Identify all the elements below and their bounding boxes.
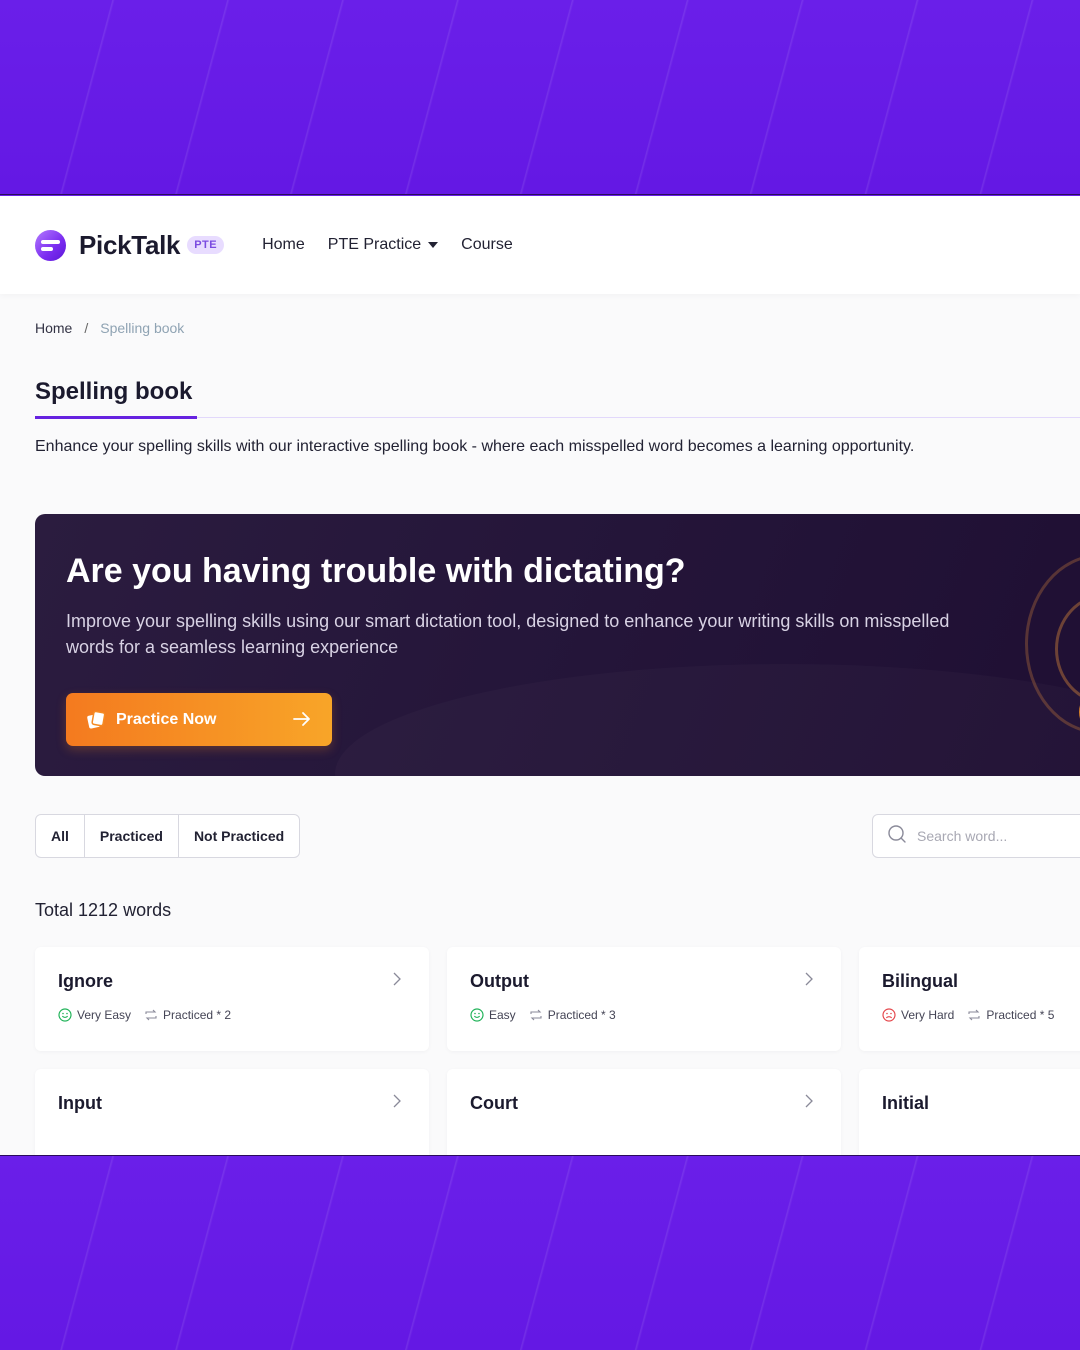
difficulty-tag: Easy xyxy=(470,1008,516,1022)
practice-now-button[interactable]: Practice Now xyxy=(66,693,332,746)
word-title: Bilingual xyxy=(882,971,958,991)
difficulty-label: Very Easy xyxy=(77,1008,132,1022)
nav-pte-practice[interactable]: PTE Practice xyxy=(327,236,439,254)
repeat-icon xyxy=(145,1009,157,1021)
page-title: Spelling book xyxy=(35,378,193,405)
word-card[interactable]: Input xyxy=(35,1069,429,1155)
difficulty-label: Very Hard xyxy=(901,1008,955,1022)
word-title: Output xyxy=(470,971,529,991)
practiced-count: Practiced * 2 xyxy=(163,1008,232,1022)
promo-title: Are you having trouble with dictating? xyxy=(66,552,686,590)
chevron-right-icon xyxy=(804,1093,814,1114)
nav-pte-practice-label: PTE Practice xyxy=(327,236,422,253)
main-content: Home / Spelling book Spelling book Enhan… xyxy=(0,320,1080,1155)
repeat-icon xyxy=(968,1009,980,1021)
difficulty-tag: Very Easy xyxy=(58,1008,131,1022)
word-title: Input xyxy=(58,1093,102,1113)
cards-icon xyxy=(86,710,106,730)
word-card[interactable]: Court xyxy=(447,1069,841,1155)
app-screen: PickTalk PTE Home PTE Practice Course Ho… xyxy=(0,196,1080,1155)
search-icon xyxy=(887,824,907,849)
page-description: Enhance your spelling skills with our in… xyxy=(35,438,915,455)
practiced-count: Practiced * 5 xyxy=(986,1008,1055,1022)
smile-icon xyxy=(58,1008,72,1022)
brand-badge: PTE xyxy=(187,236,225,254)
logo-icon xyxy=(35,229,66,261)
title-underline xyxy=(35,416,197,419)
word-title: Court xyxy=(470,1093,518,1113)
caret-down-icon xyxy=(428,242,439,248)
nav-course[interactable]: Course xyxy=(461,236,513,254)
breadcrumb: Home / Spelling book xyxy=(35,320,1080,336)
chevron-right-icon xyxy=(392,1093,402,1114)
smile-icon xyxy=(470,1008,484,1022)
chevron-right-icon xyxy=(392,971,402,992)
filter-tabs: All Practiced Not Practiced xyxy=(35,814,301,858)
word-title: Ignore xyxy=(58,971,114,991)
top-background-band xyxy=(0,0,1080,195)
brand-name: PickTalk xyxy=(79,229,181,260)
breadcrumb-home[interactable]: Home xyxy=(35,320,72,336)
breadcrumb-separator: / xyxy=(84,320,89,336)
bottom-background-band xyxy=(0,1155,1080,1350)
repeat-icon xyxy=(530,1009,542,1021)
navbar: PickTalk PTE Home PTE Practice Course xyxy=(0,196,1080,294)
practice-now-label: Practice Now xyxy=(116,710,217,728)
practiced-tag: Practiced * 3 xyxy=(529,1008,616,1022)
word-title: Initial xyxy=(882,1093,930,1113)
title-row: Spelling book xyxy=(35,378,1080,419)
word-grid: Ignore Very Easy Practiced * 2 Output Ea… xyxy=(35,947,1080,1155)
arrow-right-icon xyxy=(292,710,312,733)
total-words: Total 1212 words xyxy=(35,900,172,920)
word-meta: Easy Practiced * 3 xyxy=(470,1008,841,1022)
filter-not-practiced[interactable]: Not Practiced xyxy=(179,815,299,857)
word-card[interactable]: Initial xyxy=(859,1069,1080,1155)
nav-home[interactable]: Home xyxy=(262,236,305,254)
difficulty-label: Easy xyxy=(489,1008,516,1022)
practiced-tag: Practiced * 5 xyxy=(967,1008,1054,1022)
word-card[interactable]: Output Easy Practiced * 3 xyxy=(447,947,841,1051)
main-nav: Home PTE Practice Course xyxy=(262,236,513,254)
word-meta: Very Hard Practiced * 5 xyxy=(882,1008,1080,1022)
word-card[interactable]: Bilingual Very Hard Practiced * 5 xyxy=(859,947,1080,1051)
promo-banner: Are you having trouble with dictating? I… xyxy=(35,514,1080,776)
filter-practiced[interactable]: Practiced xyxy=(85,815,179,857)
difficulty-tag: Very Hard xyxy=(882,1008,954,1022)
practiced-tag: Practiced * 2 xyxy=(144,1008,231,1022)
word-meta: Very Easy Practiced * 2 xyxy=(58,1008,429,1022)
word-card[interactable]: Ignore Very Easy Practiced * 2 xyxy=(35,947,429,1051)
breadcrumb-current: Spelling book xyxy=(100,320,185,336)
search-input[interactable] xyxy=(917,828,1067,844)
search-box xyxy=(872,814,1080,858)
filter-row: All Practiced Not Practiced xyxy=(35,814,1080,858)
promo-text: Improve your spelling skills using our s… xyxy=(66,611,950,657)
chevron-right-icon xyxy=(804,971,814,992)
practiced-count: Practiced * 3 xyxy=(547,1008,616,1022)
promo-decoration-wave xyxy=(335,664,1080,776)
filter-all[interactable]: All xyxy=(36,815,85,857)
frown-icon xyxy=(882,1008,896,1022)
brand-logo[interactable]: PickTalk PTE xyxy=(35,229,225,261)
